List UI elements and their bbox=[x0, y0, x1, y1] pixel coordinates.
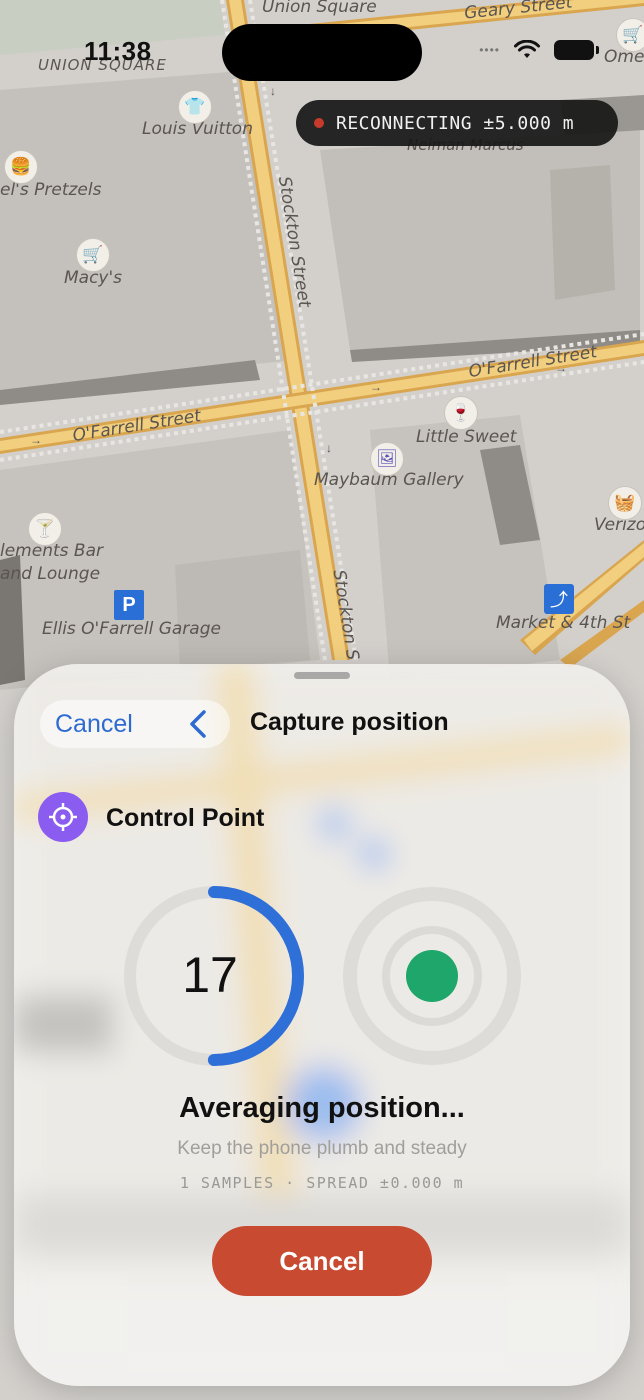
shopping-cart-icon[interactable]: 🛒 bbox=[616, 18, 644, 52]
status-dot-icon bbox=[314, 118, 324, 128]
cocktail-icon[interactable]: 🍸 bbox=[28, 512, 62, 546]
map-label-union-square-top: Union Square bbox=[262, 0, 377, 17]
map-label-ellis-garage: Ellis O'Farrell Garage bbox=[42, 619, 221, 639]
shirt-icon[interactable]: 👕 bbox=[178, 90, 212, 124]
burger-icon[interactable]: 🍔 bbox=[4, 150, 38, 184]
dynamic-island bbox=[222, 24, 422, 81]
parking-icon[interactable]: P bbox=[114, 590, 144, 620]
cancel-capture-button[interactable]: Cancel bbox=[212, 1226, 432, 1296]
countdown-value: 17 bbox=[182, 947, 238, 1003]
capture-position-sheet: Cancel Capture position Control Point 17… bbox=[14, 664, 630, 1386]
svg-text:→: → bbox=[370, 380, 382, 394]
svg-text:↓: ↓ bbox=[270, 84, 276, 98]
gallery-icon[interactable]: 🖼 bbox=[370, 442, 404, 476]
wifi-icon bbox=[514, 40, 540, 58]
shopping-basket-icon[interactable]: 🧺 bbox=[608, 486, 642, 520]
status-icons: •••• bbox=[479, 40, 599, 60]
svg-text:↓: ↓ bbox=[326, 441, 332, 455]
sample-stats: 1 SAMPLES · SPREAD ±0.000 m bbox=[179, 1174, 465, 1192]
header-cancel-label: Cancel bbox=[55, 709, 133, 738]
signal-dots-icon: •••• bbox=[479, 43, 500, 57]
wine-icon[interactable]: 🍷 bbox=[444, 396, 478, 430]
back-chevron-icon[interactable] bbox=[184, 708, 214, 740]
gps-status-text: RECONNECTING ±5.000 m bbox=[336, 112, 575, 134]
map-label-market-4th: Market & 4th St bbox=[496, 613, 631, 633]
sheet-grabber[interactable] bbox=[294, 672, 350, 679]
gps-status-banner[interactable]: RECONNECTING ±5.000 m bbox=[296, 100, 618, 146]
crosshair-icon bbox=[38, 792, 88, 842]
cancel-capture-label: Cancel bbox=[279, 1245, 365, 1276]
point-type-label: Control Point bbox=[106, 804, 265, 832]
escalator-icon[interactable]: ⤴ bbox=[544, 584, 574, 614]
fix-quality-indicator bbox=[343, 887, 521, 1065]
status-title: Averaging position... bbox=[179, 1092, 465, 1124]
map-label-elements-bar-2: and Lounge bbox=[0, 564, 101, 584]
map-label-little-sweet: Little Sweet bbox=[416, 427, 517, 447]
battery-icon bbox=[554, 40, 599, 60]
sheet-title: Capture position bbox=[250, 708, 449, 736]
shopping-cart-icon[interactable]: 🛒 bbox=[76, 238, 110, 272]
status-time: 11:38 bbox=[84, 36, 152, 66]
svg-text:→: → bbox=[30, 433, 42, 447]
status-subtitle: Keep the phone plumb and steady bbox=[177, 1138, 467, 1159]
